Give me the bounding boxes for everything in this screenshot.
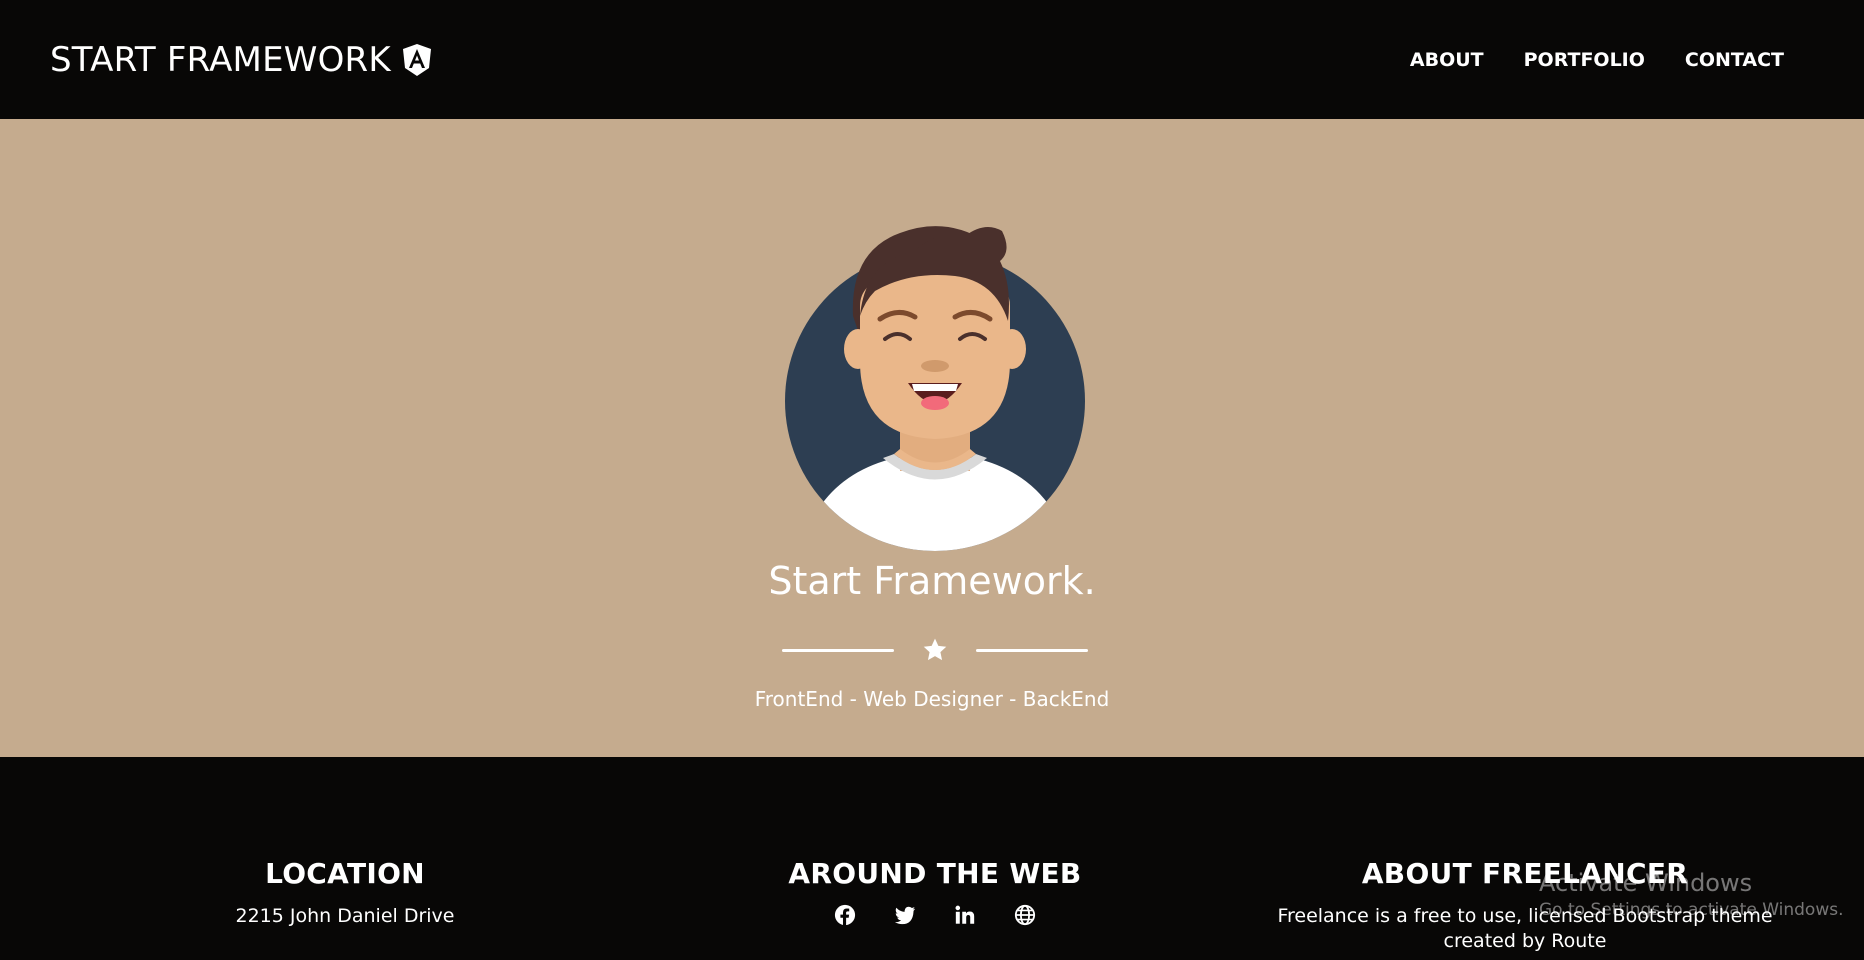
hero-section: Start Framework. FrontEnd - Web Designer…: [0, 119, 1864, 757]
footer: LOCATION 2215 John Daniel Drive AROUND T…: [0, 757, 1864, 960]
social-links: [782, 904, 1088, 926]
twitter-icon[interactable]: [894, 904, 916, 926]
brand-name: START FRAMEWORK: [50, 39, 391, 80]
navbar: START FRAMEWORK ABOUT PORTFOLIO CONTACT: [0, 0, 1864, 119]
divider-line-right: [976, 648, 1088, 652]
hero-title: Start Framework.: [768, 559, 1096, 603]
hero-subtitle: FrontEnd - Web Designer - BackEnd: [754, 687, 1110, 711]
footer-web-heading: AROUND THE WEB: [788, 857, 1082, 890]
nav-link-contact[interactable]: CONTACT: [1665, 49, 1804, 71]
avatar-illustration: [785, 226, 1085, 551]
footer-about-text: Freelance is a free to use, licensed Boo…: [1270, 904, 1780, 954]
divider-line-left: [782, 648, 894, 652]
footer-about: ABOUT FREELANCER Freelance is a free to …: [1270, 857, 1780, 954]
facebook-icon[interactable]: [834, 904, 856, 926]
nav-link-about[interactable]: ABOUT: [1390, 49, 1504, 71]
star-icon: [923, 638, 947, 661]
nav-links: ABOUT PORTFOLIO CONTACT: [1390, 49, 1804, 71]
star-divider: [782, 637, 1088, 663]
footer-about-line1: Freelance is a free to use, licensed Boo…: [1277, 905, 1773, 927]
footer-about-heading: ABOUT FREELANCER: [1361, 857, 1689, 890]
brand-link[interactable]: START FRAMEWORK: [50, 40, 433, 80]
angular-shield-icon: [402, 43, 431, 76]
footer-location-text: 2215 John Daniel Drive: [235, 905, 455, 927]
linkedin-icon[interactable]: [954, 904, 976, 926]
nav-link-portfolio[interactable]: PORTFOLIO: [1504, 49, 1665, 71]
footer-location: LOCATION 2215 John Daniel Drive: [195, 857, 495, 929]
footer-around-web: AROUND THE WEB: [782, 857, 1088, 926]
footer-location-heading: LOCATION: [265, 857, 425, 890]
globe-icon[interactable]: [1014, 904, 1036, 926]
footer-about-line2: created by Route: [1443, 930, 1607, 952]
